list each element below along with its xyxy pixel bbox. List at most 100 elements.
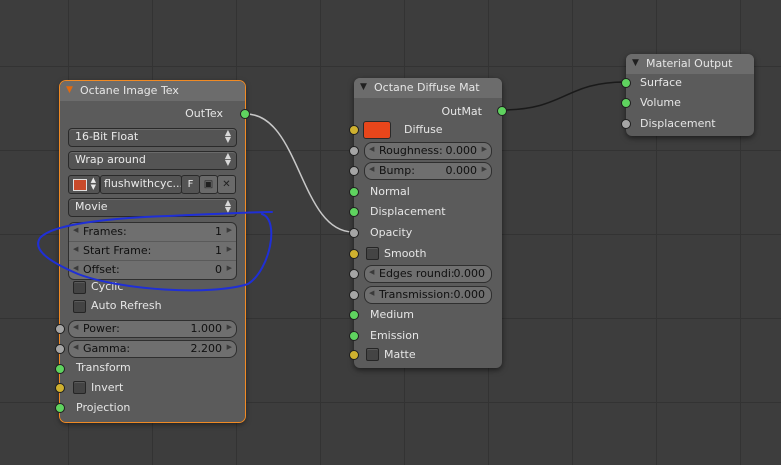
socket-invert[interactable] [55,383,65,393]
socket-power[interactable] [55,324,65,334]
invert-checkbox[interactable] [73,381,86,394]
cyclic-label: Cyclic [91,280,124,293]
wrap-mode-select[interactable]: Wrap around ▲ ▼ [68,151,237,170]
wrap-mode-value: Wrap around [75,153,146,166]
socket-smooth[interactable] [349,249,359,259]
emission-label: Emission [370,329,419,342]
folder-icon[interactable]: ▣ [199,175,218,194]
roughness-label: Roughness: [379,144,443,157]
image-browse-button[interactable]: ▲ ▼ [68,175,100,194]
increment-arrow-icon[interactable]: ▶ [227,245,232,253]
updown-icon: ▲ ▼ [90,176,96,191]
bit-depth-select[interactable]: 16-Bit Float ▲ ▼ [68,128,237,147]
displacement-label: Displacement [370,205,446,218]
filename-field[interactable]: flushwithcyc... [100,175,183,194]
node-header[interactable]: ▼ Octane Diffuse Mat [354,78,502,98]
decrement-arrow-icon[interactable]: ◀ [369,268,374,276]
matte-checkbox[interactable] [366,348,379,361]
node-octane-diffuse-mat[interactable]: ▼ Octane Diffuse Mat OutMat Diffuse ◀ Ro… [349,78,507,368]
increment-arrow-icon[interactable]: ▶ [227,343,232,351]
frames-label: Frames: [83,225,127,238]
link-outmat-to-surface [501,81,626,111]
offset-field[interactable]: ◀ Offset: 0 ▶ [69,260,236,279]
decrement-arrow-icon[interactable]: ◀ [73,264,78,272]
socket-diffuse[interactable] [349,125,359,135]
collapse-triangle-icon[interactable]: ▼ [632,58,639,68]
socket-projection[interactable] [55,403,65,413]
cyclic-checkbox[interactable] [73,281,86,294]
link-outtex-to-opacity [245,113,354,233]
increment-arrow-icon[interactable]: ▶ [482,165,487,173]
image-icon [73,179,87,191]
frames-value: 1 [215,225,222,238]
decrement-arrow-icon[interactable]: ◀ [73,343,78,351]
increment-arrow-icon[interactable]: ▶ [227,226,232,234]
socket-transform[interactable] [55,364,65,374]
socket-roughness[interactable] [349,146,359,156]
edges-rounding-value: 0.000 [453,267,486,280]
auto-refresh-checkbox[interactable] [73,300,86,313]
socket-gamma[interactable] [55,344,65,354]
decrement-arrow-icon[interactable]: ◀ [369,289,374,297]
frames-field[interactable]: ◀ Frames: 1 ▶ [69,223,236,241]
transmission-value: 0.000 [453,288,486,301]
gamma-field[interactable]: ◀ Gamma: 2.200 ▶ [68,340,237,358]
matte-label: Matte [384,348,416,361]
socket-bump[interactable] [349,166,359,176]
updown-icon: ▲ ▼ [224,151,231,167]
offset-value: 0 [215,263,222,276]
output-label-outtex: OutTex [185,107,223,120]
edges-rounding-field[interactable]: ◀ Edges roundi: 0.000 [364,265,492,283]
power-field[interactable]: ◀ Power: 1.000 ▶ [68,320,237,338]
smooth-label: Smooth [384,247,427,260]
smooth-checkbox[interactable] [366,247,379,260]
socket-matte[interactable] [349,350,359,360]
projection-label: Projection [76,401,131,414]
bump-value: 0.000 [445,164,478,177]
node-octane-image-tex[interactable]: ▼ Octane Image Tex OutTex 16-Bit Float ▲… [55,80,250,423]
socket-medium[interactable] [349,310,359,320]
source-type-select[interactable]: Movie ▲ ▼ [68,198,237,217]
start-frame-label: Start Frame: [83,244,152,257]
socket-transmission[interactable] [349,290,359,300]
fake-user-button[interactable]: F [181,175,200,194]
offset-label: Offset: [83,263,120,276]
collapse-triangle-icon[interactable]: ▼ [360,82,367,92]
start-frame-field[interactable]: ◀ Start Frame: 1 ▶ [69,241,236,260]
decrement-arrow-icon[interactable]: ◀ [73,323,78,331]
node-title: Octane Image Tex [80,84,179,97]
socket-outmat[interactable] [497,106,507,116]
socket-surface[interactable] [621,78,631,88]
bump-field[interactable]: ◀ Bump: 0.000 ▶ [364,162,492,180]
socket-normal[interactable] [349,187,359,197]
node-material-output[interactable]: ▼ Material Output Surface Volume Displac… [621,54,754,136]
decrement-arrow-icon[interactable]: ◀ [73,226,78,234]
increment-arrow-icon[interactable]: ▶ [482,145,487,153]
diffuse-color-swatch[interactable] [363,121,391,139]
collapse-triangle-icon[interactable]: ▼ [66,85,73,95]
socket-displacement[interactable] [621,119,631,129]
socket-displacement[interactable] [349,207,359,217]
node-header[interactable]: ▼ Material Output [626,54,754,74]
socket-volume[interactable] [621,98,631,108]
socket-emission[interactable] [349,331,359,341]
decrement-arrow-icon[interactable]: ◀ [369,145,374,153]
roughness-field[interactable]: ◀ Roughness: 0.000 ▶ [364,142,492,160]
increment-arrow-icon[interactable]: ▶ [227,323,232,331]
decrement-arrow-icon[interactable]: ◀ [369,165,374,173]
close-icon[interactable]: ✕ [217,175,236,194]
frame-settings-group: ◀ Frames: 1 ▶ ◀ Start Frame: 1 ▶ ◀ Offse… [68,222,237,280]
socket-edges-rounding[interactable] [349,269,359,279]
increment-arrow-icon[interactable]: ▶ [227,264,232,272]
node-header[interactable]: ▼ Octane Image Tex [60,81,245,101]
displacement-label: Displacement [640,117,716,130]
auto-refresh-label: Auto Refresh [91,299,162,312]
volume-label: Volume [640,96,681,109]
socket-opacity[interactable] [349,228,359,238]
transmission-field[interactable]: ◀ Transmission: 0.000 [364,286,492,304]
invert-label: Invert [91,381,124,394]
socket-outtex[interactable] [240,109,250,119]
source-type-value: Movie [75,200,108,213]
start-frame-value: 1 [215,244,222,257]
decrement-arrow-icon[interactable]: ◀ [73,245,78,253]
